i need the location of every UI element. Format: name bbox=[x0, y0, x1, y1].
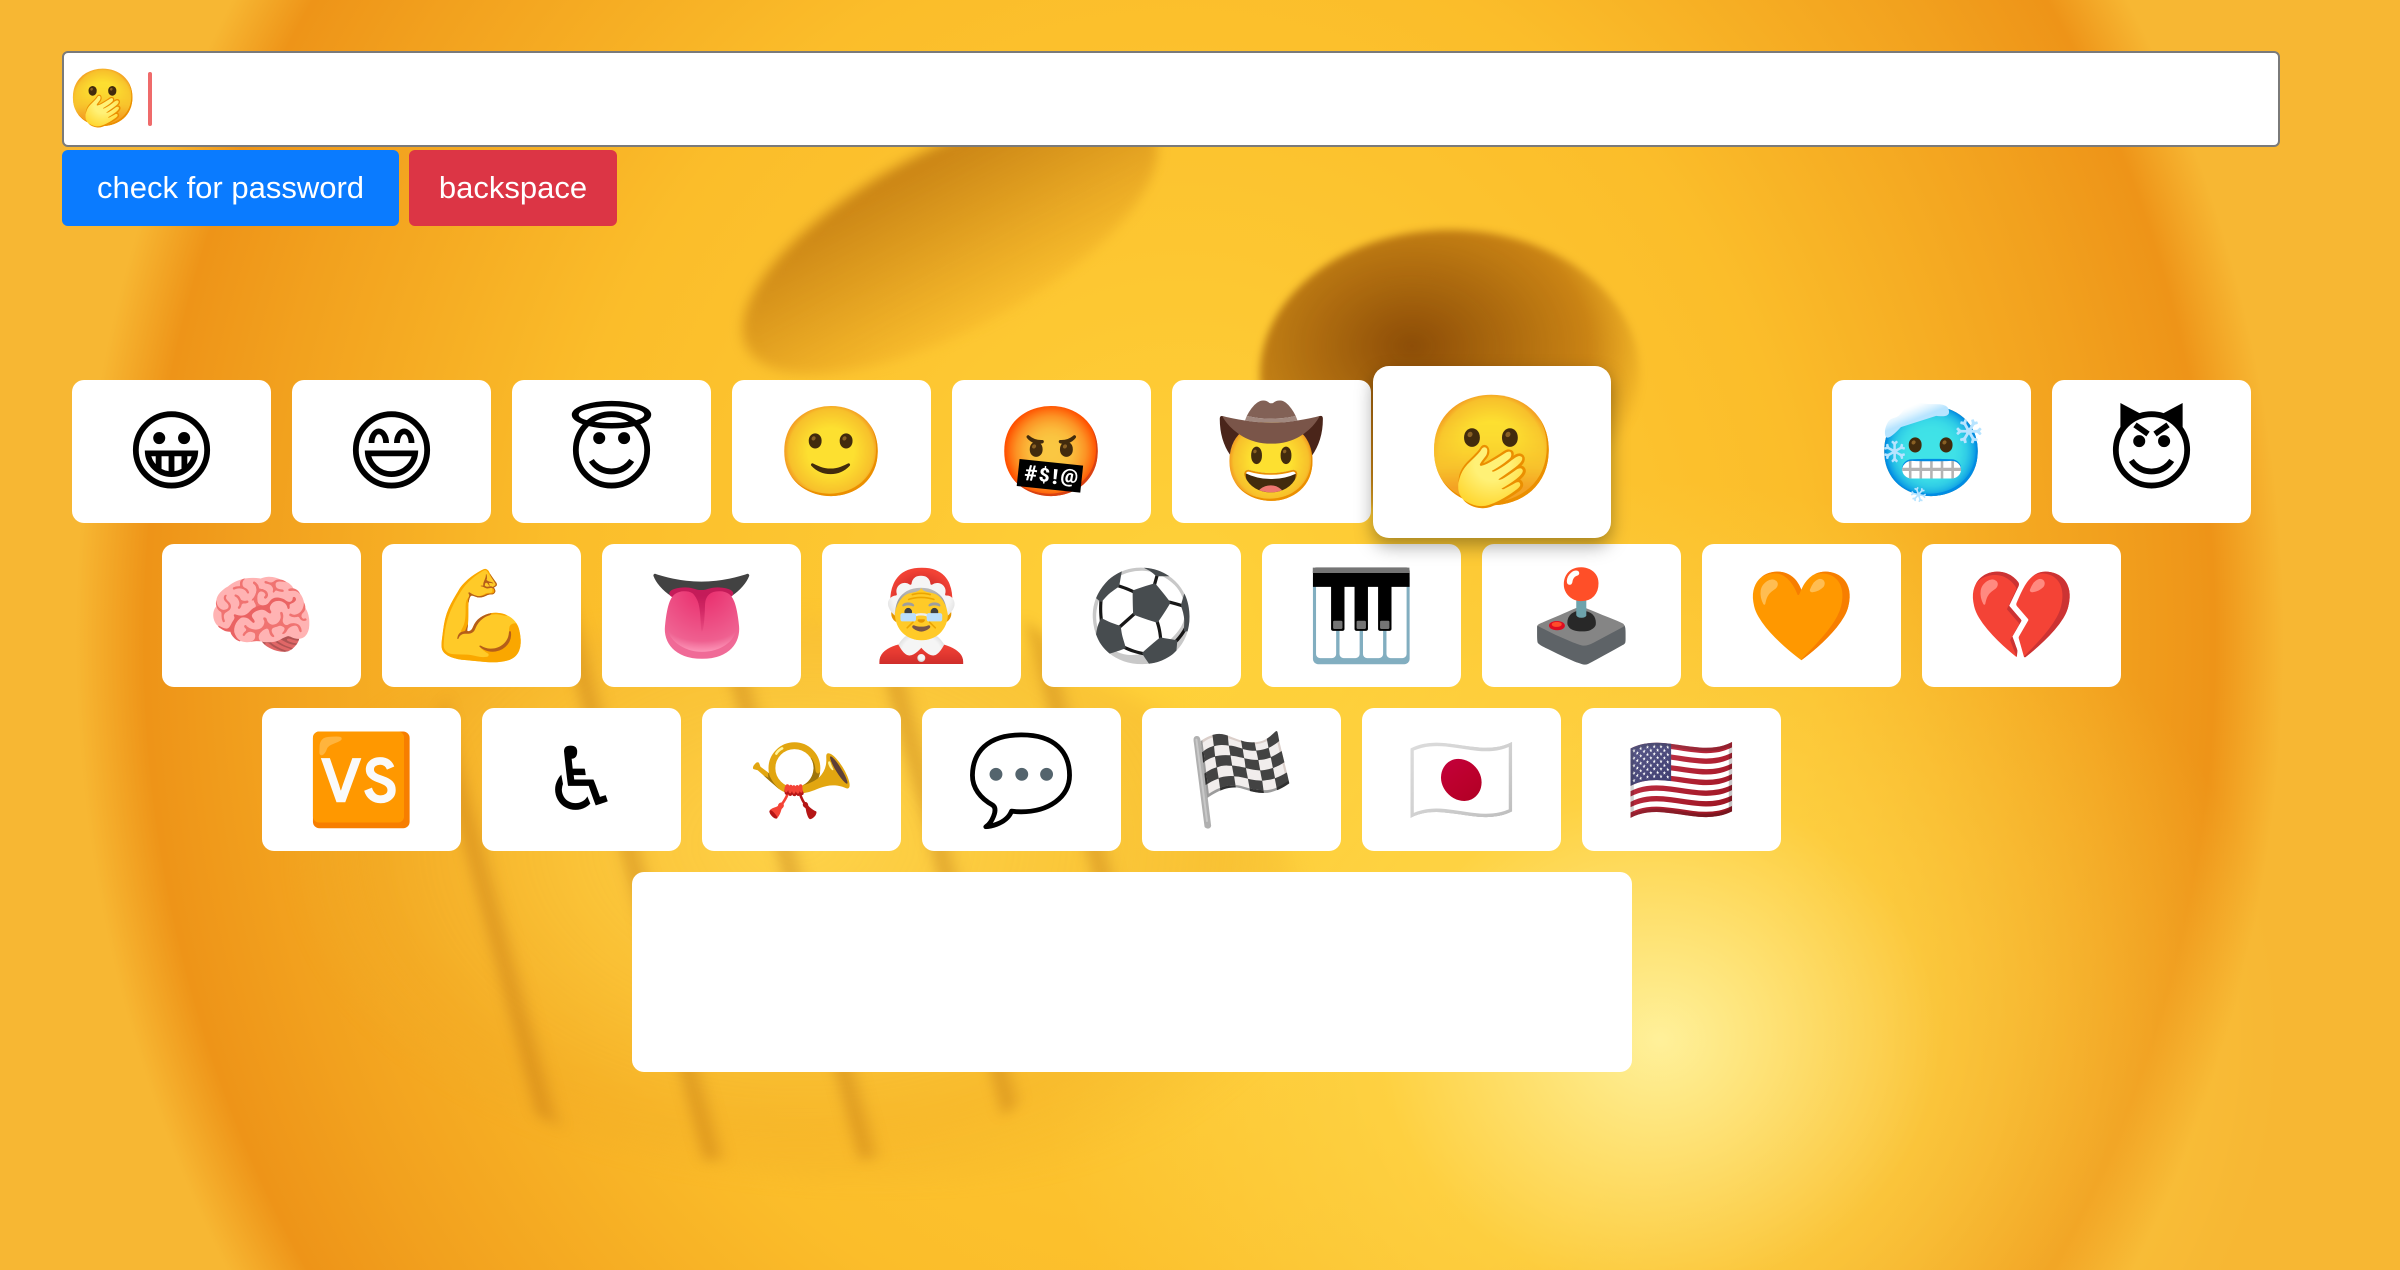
password-input-value: 🫢 bbox=[68, 66, 138, 131]
mrs-claus-icon: 🤶 bbox=[866, 563, 977, 667]
joystick-icon: 🕹️ bbox=[1526, 563, 1637, 667]
smiling-devil-icon: 😈 bbox=[2105, 399, 2198, 503]
emoji-key-orange-heart[interactable]: 🧡 bbox=[1702, 544, 1901, 687]
emoji-key-flag-japan[interactable]: 🇯🇵 bbox=[1362, 708, 1561, 851]
emoji-key-cowboy-face[interactable]: 🤠 bbox=[1172, 380, 1371, 523]
emoji-key-flexed-biceps[interactable]: 💪 bbox=[382, 544, 581, 687]
emoji-key-chequered-flag[interactable]: 🏁 bbox=[1142, 708, 1341, 851]
emoji-key-mrs-claus[interactable]: 🤶 bbox=[822, 544, 1021, 687]
tongue-icon: 👅 bbox=[646, 563, 757, 667]
emoji-key-halo-face[interactable]: 😇 bbox=[512, 380, 711, 523]
password-input[interactable]: 🫢 bbox=[62, 51, 2280, 147]
grinning-smiling-eyes-icon: 😄 bbox=[345, 399, 438, 503]
brain-icon: 🧠 bbox=[206, 563, 317, 667]
emoji-key-smiling-devil[interactable]: 😈 bbox=[2052, 380, 2251, 523]
megaphone-horn-icon: 📯 bbox=[746, 727, 857, 831]
check-password-button[interactable]: check for password bbox=[62, 150, 399, 226]
broken-heart-icon: 💔 bbox=[1966, 563, 2077, 667]
emoji-key-wheelchair-symbol[interactable]: ♿ bbox=[482, 708, 681, 851]
cold-face-icon: 🥶 bbox=[1876, 399, 1987, 503]
emoji-key-shushing-hand-over-mouth[interactable]: 🫢 bbox=[1373, 366, 1611, 538]
cowboy-face-icon: 🤠 bbox=[1216, 399, 1327, 503]
emoji-key-slight-smile[interactable]: 🙂 bbox=[732, 380, 931, 523]
grinning-face-icon: 😀 bbox=[125, 399, 218, 503]
emoji-key-soccer-ball[interactable]: ⚽ bbox=[1042, 544, 1241, 687]
emoji-key-brain[interactable]: 🧠 bbox=[162, 544, 361, 687]
flag-united-states-icon: 🇺🇸 bbox=[1626, 727, 1737, 831]
emoji-key-postal-horn[interactable]: 📯 bbox=[702, 708, 901, 851]
soccer-ball-icon: ⚽ bbox=[1086, 563, 1197, 667]
emoji-key-speech-balloon[interactable]: 💬 bbox=[922, 708, 1121, 851]
halo-face-icon: 😇 bbox=[565, 399, 658, 503]
spacebar-key[interactable] bbox=[632, 872, 1632, 1072]
slight-smile-icon: 🙂 bbox=[776, 399, 887, 503]
emoji-key-grinning-face[interactable]: 😀 bbox=[72, 380, 271, 523]
text-caret bbox=[147, 72, 152, 126]
backspace-button[interactable]: backspace bbox=[409, 150, 617, 226]
emoji-key-piano-keyboard[interactable]: 🎹 bbox=[1262, 544, 1461, 687]
emoji-key-grinning-smiling-eyes[interactable]: 😄 bbox=[292, 380, 491, 523]
flexed-biceps-icon: 💪 bbox=[426, 563, 537, 667]
emoji-key-flag-united-states[interactable]: 🇺🇸 bbox=[1582, 708, 1781, 851]
flag-japan-icon: 🇯🇵 bbox=[1406, 727, 1517, 831]
chequered-flag-icon: 🏁 bbox=[1186, 727, 1297, 831]
emoji-key-cursing-face[interactable]: 🤬 bbox=[952, 380, 1151, 523]
piano-keyboard-icon: 🎹 bbox=[1306, 563, 1417, 667]
emoji-key-broken-heart[interactable]: 💔 bbox=[1922, 544, 2121, 687]
cursing-face-icon: 🤬 bbox=[996, 399, 1107, 503]
emoji-key-cold-face[interactable]: 🥶 bbox=[1832, 380, 2031, 523]
orange-heart-icon: 🧡 bbox=[1746, 563, 1857, 667]
emoji-key-tongue[interactable]: 👅 bbox=[602, 544, 801, 687]
emoji-key-vs-button[interactable]: 🆚 bbox=[262, 708, 461, 851]
hand-over-mouth-icon: 🫢 bbox=[1424, 389, 1560, 514]
emoji-key-joystick[interactable]: 🕹️ bbox=[1482, 544, 1681, 687]
wheelchair-symbol-icon: ♿ bbox=[542, 727, 621, 831]
speech-balloon-icon: 💬 bbox=[966, 727, 1077, 831]
vs-button-icon: 🆚 bbox=[306, 727, 417, 831]
